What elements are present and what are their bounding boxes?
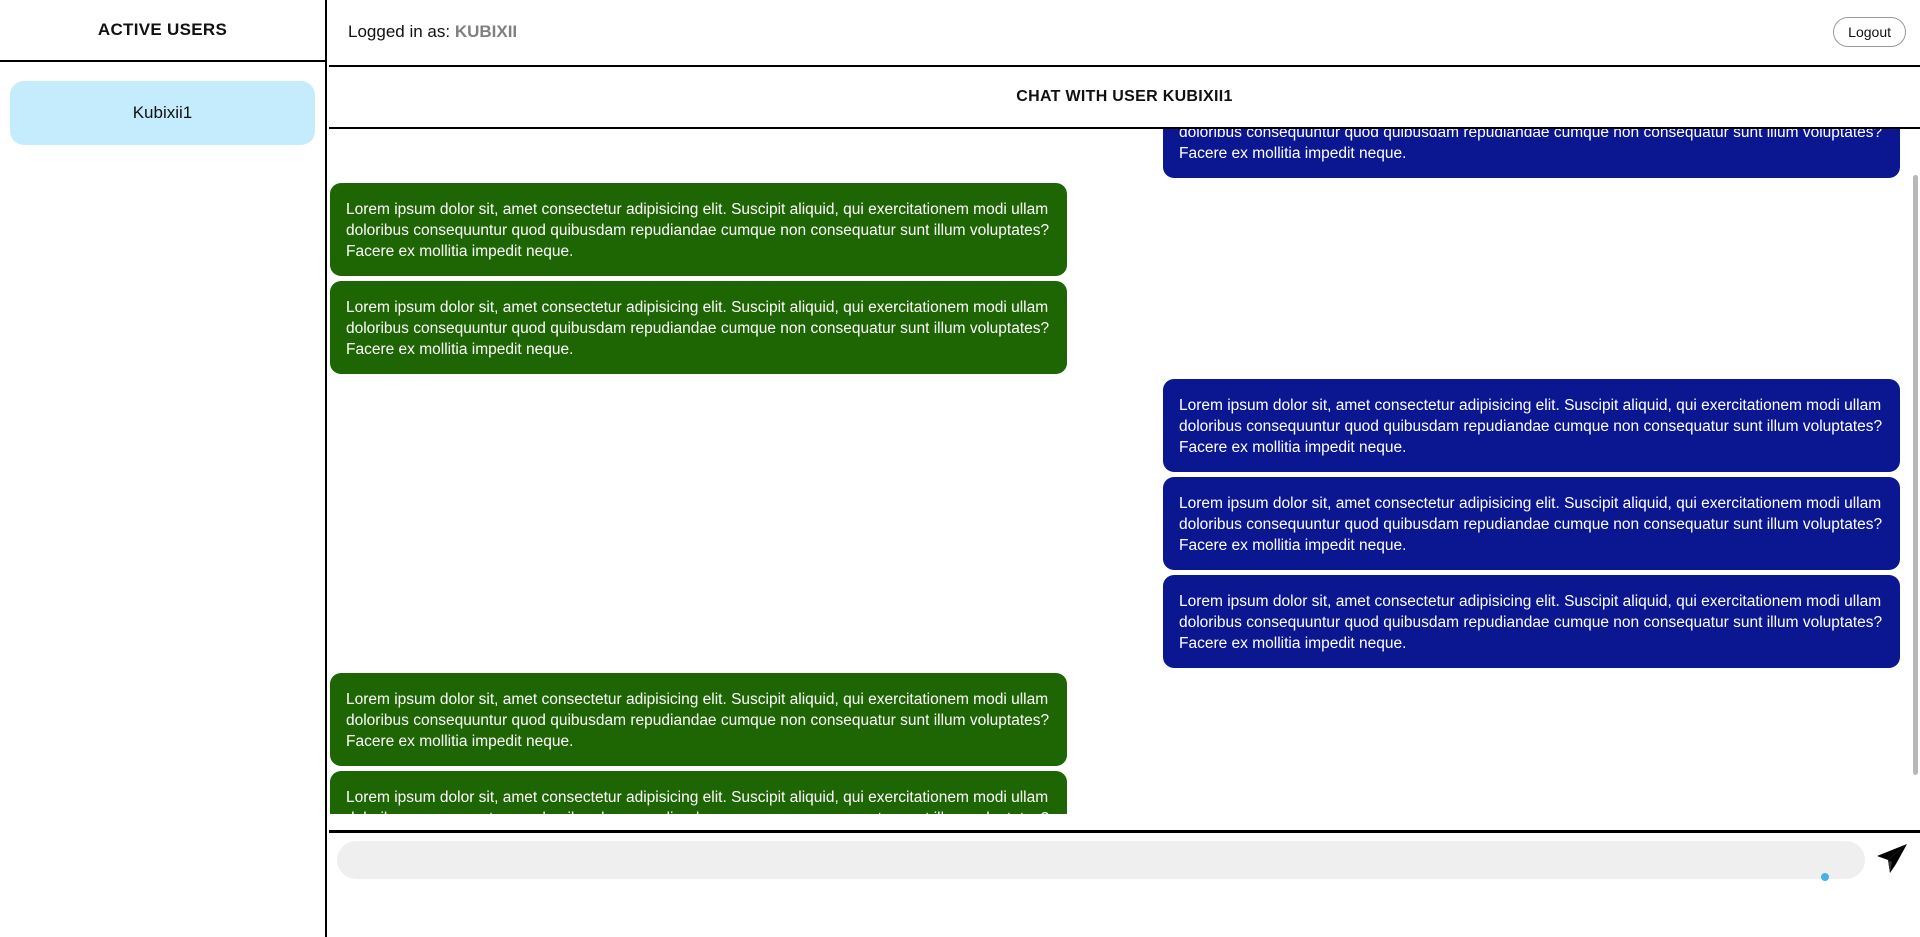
top-bar: Logged in as: KUBIXII Logout	[329, 0, 1920, 67]
chat-app: ACTIVE USERS Kubixii1 Logged in as: KUBI…	[0, 0, 1920, 937]
sent-message-bubble: Lorem ipsum dolor sit, amet consectetur …	[1163, 379, 1900, 472]
input-indicator-dot	[1821, 873, 1829, 881]
sidebar-title: ACTIVE USERS	[0, 0, 325, 62]
logout-button[interactable]: Logout	[1833, 16, 1906, 47]
send-button[interactable]	[1874, 841, 1910, 877]
sent-message-bubble: Lorem ipsum dolor sit, amet consectetur …	[1163, 477, 1900, 570]
message-scrollbar[interactable]	[1911, 129, 1920, 814]
active-users-sidebar: ACTIVE USERS Kubixii1	[0, 0, 327, 937]
message-row: Lorem ipsum dolor sit, amet consectetur …	[329, 379, 1910, 472]
user-list: Kubixii1	[0, 62, 325, 145]
chat-main: Logged in as: KUBIXII Logout CHAT WITH U…	[329, 0, 1920, 937]
message-row: Lorem ipsum dolor sit, amet consectetur …	[329, 477, 1910, 570]
scrollbar-thumb[interactable]	[1913, 175, 1918, 775]
received-message-bubble: Lorem ipsum dolor sit, amet consectetur …	[330, 183, 1067, 276]
message-stack: Lorem ipsum dolor sit, amet consectetur …	[329, 129, 1910, 814]
message-input[interactable]	[337, 841, 1865, 879]
received-message-bubble: Lorem ipsum dolor sit, amet consectetur …	[330, 673, 1067, 766]
chat-title: CHAT WITH USER KUBIXII1	[329, 67, 1920, 129]
message-row: Lorem ipsum dolor sit, amet consectetur …	[329, 281, 1910, 374]
message-list[interactable]: Lorem ipsum dolor sit, amet consectetur …	[329, 129, 1920, 814]
current-username: KUBIXII	[454, 21, 518, 41]
sent-message-bubble: Lorem ipsum dolor sit, amet consectetur …	[1163, 129, 1900, 178]
logged-in-label: Logged in as:	[348, 21, 455, 41]
received-message-bubble: Lorem ipsum dolor sit, amet consectetur …	[330, 281, 1067, 374]
message-row: Lorem ipsum dolor sit, amet consectetur …	[329, 129, 1910, 178]
logged-in-status: Logged in as: KUBIXII	[348, 22, 517, 42]
sent-message-bubble: Lorem ipsum dolor sit, amet consectetur …	[1163, 575, 1900, 668]
message-composer	[329, 830, 1920, 937]
message-row: Lorem ipsum dolor sit, amet consectetur …	[329, 575, 1910, 668]
received-message-bubble: Lorem ipsum dolor sit, amet consectetur …	[330, 771, 1067, 814]
paper-plane-icon	[1877, 844, 1907, 873]
message-row: Lorem ipsum dolor sit, amet consectetur …	[329, 183, 1910, 276]
user-item-kubixii1[interactable]: Kubixii1	[10, 81, 315, 145]
message-row: Lorem ipsum dolor sit, amet consectetur …	[329, 673, 1910, 766]
message-row: Lorem ipsum dolor sit, amet consectetur …	[329, 771, 1910, 814]
